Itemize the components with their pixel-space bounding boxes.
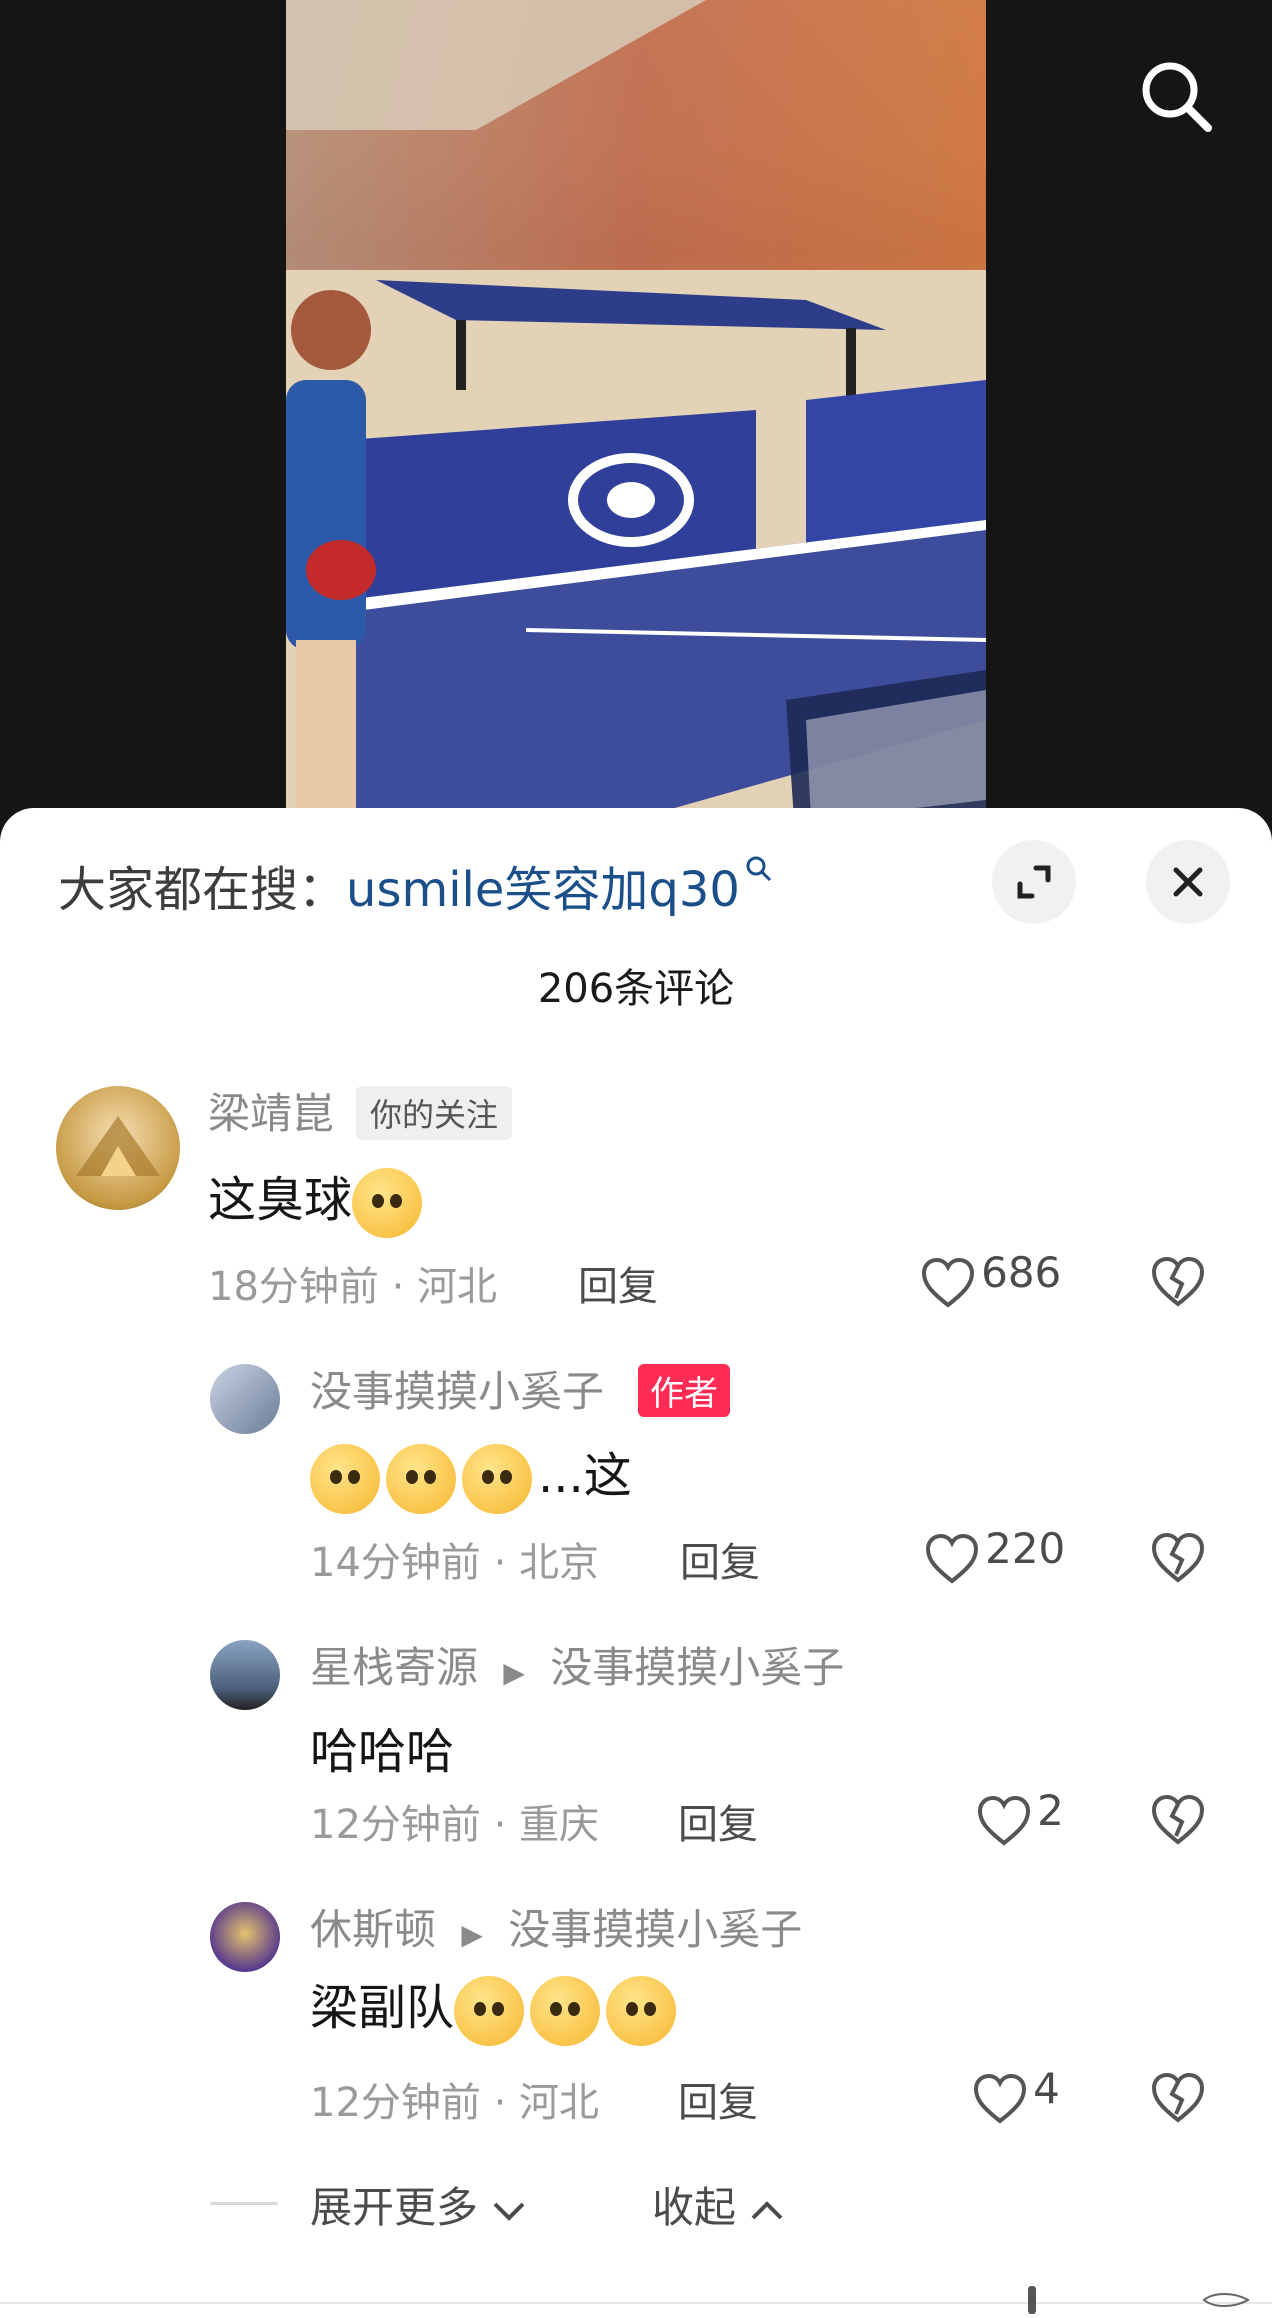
- weibo-watermark-icon: [1202, 2293, 1251, 2307]
- heart-icon: [925, 1533, 979, 1584]
- thread-divider: [210, 2202, 278, 2205]
- reply-button[interactable]: 回复: [680, 1530, 760, 1588]
- heart-icon: [977, 1795, 1031, 1846]
- comment-username[interactable]: 星栈寄源: [310, 1643, 478, 1692]
- crying-emoji: [310, 1444, 380, 1514]
- comment-count: 206条评论: [537, 966, 735, 1012]
- author-badge: 作者: [638, 1364, 730, 1417]
- avatar[interactable]: [210, 1364, 280, 1434]
- broken-heart-icon[interactable]: [1150, 1532, 1206, 1584]
- expand-icon: [1017, 865, 1051, 899]
- heart-icon: [921, 1257, 975, 1308]
- comment-text: 这臭球: [208, 1160, 428, 1238]
- comment-time-location: 14分钟前 · 北京: [310, 1540, 600, 1586]
- reply-arrow-icon: ▶: [503, 1656, 525, 1689]
- avatar-image: [76, 1116, 160, 1176]
- video-scene-image: [286, 0, 986, 850]
- broken-heart-icon[interactable]: [1150, 1794, 1206, 1846]
- avatar[interactable]: [210, 1902, 280, 1972]
- pleading-emoji: [606, 1976, 677, 2046]
- comment-username[interactable]: 没事摸摸小奚子: [310, 1358, 604, 1419]
- like-count: 686: [981, 1248, 1062, 1297]
- broken-heart-icon[interactable]: [1150, 1256, 1206, 1308]
- search-suggestion[interactable]: 大家都在搜：usmile笑容加q30: [58, 850, 774, 920]
- expand-more-button[interactable]: 展开更多: [310, 2174, 527, 2235]
- comment-time-location: 18分钟前 · 河北: [208, 1264, 498, 1310]
- comment-text: 梁副队: [310, 1968, 682, 2046]
- comment-header: 星栈寄源 ▶ 没事摸摸小奚子: [310, 1634, 844, 1695]
- like-count: 220: [985, 1524, 1066, 1573]
- chevron-up-icon: [751, 2200, 783, 2219]
- expand-more-label: 展开更多: [310, 2183, 479, 2232]
- like-button[interactable]: 220: [924, 1524, 1065, 1585]
- comment-username[interactable]: 休斯顿: [310, 1905, 436, 1954]
- sheet-bottom-divider: [0, 2302, 1272, 2304]
- comment-sheet: 大家都在搜：usmile笑容加q30 206条评论 梁靖崑 你的关注 这臭球 1…: [0, 808, 1272, 2318]
- chevron-down-icon: [493, 2202, 525, 2221]
- comment-time-location: 12分钟前 · 重庆: [310, 1802, 600, 1848]
- like-button[interactable]: 686: [920, 1248, 1061, 1309]
- video-player[interactable]: [0, 0, 1272, 850]
- like-count: 2: [1037, 1786, 1064, 1835]
- comment-text: ...这: [310, 1436, 632, 1514]
- crying-emoji: [386, 1444, 456, 1514]
- broken-heart-icon[interactable]: [1150, 2072, 1206, 2124]
- comment-time-location: 12分钟前 · 河北: [310, 2080, 600, 2126]
- search-suggestion-prefix: 大家都在搜：: [58, 862, 347, 918]
- like-count: 4: [1033, 2064, 1060, 2113]
- scroll-indicator: [1028, 2286, 1036, 2314]
- comment-text-content: ...这: [538, 1448, 632, 1504]
- collapse-label: 收起: [652, 2183, 737, 2232]
- comment-header: 休斯顿 ▶ 没事摸摸小奚子: [310, 1896, 802, 1957]
- heart-icon: [973, 2073, 1027, 2124]
- avatar[interactable]: [56, 1086, 180, 1210]
- reply-button[interactable]: 回复: [578, 1254, 658, 1312]
- reply-button[interactable]: 回复: [678, 2070, 758, 2128]
- reply-button[interactable]: 回复: [678, 1792, 758, 1850]
- like-button[interactable]: 2: [976, 1786, 1064, 1847]
- like-button[interactable]: 4: [972, 2064, 1060, 2125]
- facepalm-emoji: [352, 1168, 423, 1238]
- pleading-emoji: [530, 1976, 601, 2046]
- close-icon: [1173, 867, 1203, 897]
- expand-button[interactable]: [992, 840, 1076, 924]
- search-small-icon: [746, 856, 772, 882]
- search-icon: [1142, 62, 1212, 132]
- avatar[interactable]: [210, 1640, 280, 1710]
- search-button[interactable]: [1136, 56, 1216, 136]
- following-badge: 你的关注: [356, 1086, 513, 1140]
- collapse-button[interactable]: 收起: [652, 2174, 785, 2235]
- search-suggestion-query[interactable]: usmile笑容加q30: [346, 862, 740, 918]
- reply-arrow-icon: ▶: [461, 1918, 483, 1951]
- pleading-emoji: [454, 1976, 525, 2046]
- comment-text: 哈哈哈: [310, 1724, 455, 1780]
- reply-to-username[interactable]: 没事摸摸小奚子: [508, 1905, 802, 1954]
- crying-emoji: [462, 1444, 532, 1514]
- video-frame: [286, 0, 986, 850]
- reply-to-username[interactable]: 没事摸摸小奚子: [550, 1643, 844, 1692]
- comment-text-content: 这臭球: [208, 1172, 353, 1228]
- comment-text-content: 梁副队: [310, 1980, 455, 2036]
- comment-username[interactable]: 梁靖崑: [208, 1080, 334, 1141]
- close-button[interactable]: [1146, 840, 1230, 924]
